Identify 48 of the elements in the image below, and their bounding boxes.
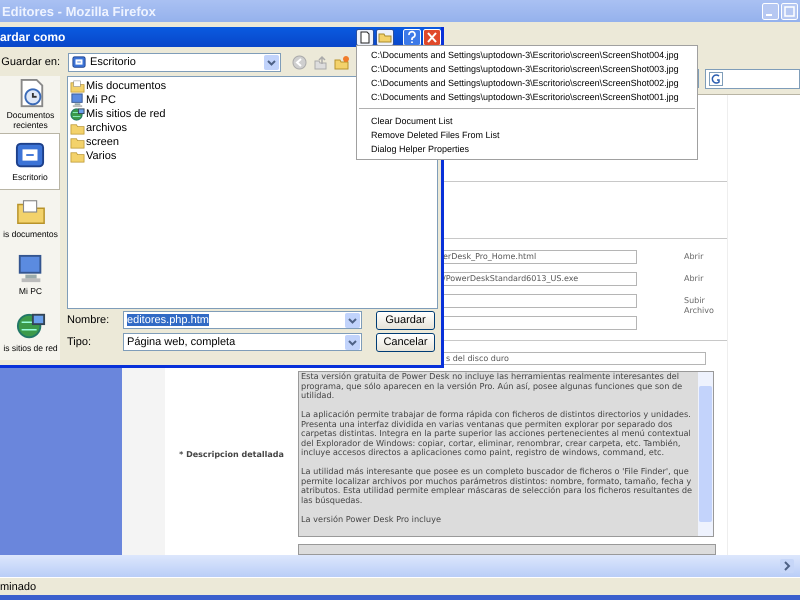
description-field[interactable]: Esta versión gratuita de Power Desk no incluye las herramientas realmente interesantes del programa, que sólo aparecen en la versión Pro. Aún así, posee algunas funciones que son de utilidad. La aplicación permite trabajar de forma rápida con ficheros de distintos directorios y unidades. Presenta una interfaz dividida en varias ventanas que permiten explorar por separado dos carpetas distintas. Integra en la parte superior las acciones pertenecientes al menú contextual del Explorador de Windows: copiar, cortar, eliminar, renombrar, crear carpeta, etc. También, incluye accesos directos a aplicaciones como paint, registro de windows, command, etc. La utilidad más interesante que posee es un completo buscador de ficheros o 'File Finder', que permite localizar archivos por muchos parámetros distintos: nombre, formato, tamaño, fecha y atributos. Esta utilidad permite emplear máscaras de selección para los ficheros resultantes de las búsquedas. La versión Power Desk Pro incluye <box>298 371 714 537</box>
window-title: Editores - Mozilla Firefox <box>2 4 156 18</box>
scroll-right-button[interactable] <box>780 559 794 573</box>
document-button[interactable] <box>356 28 374 46</box>
places-item[interactable]: is documentos <box>0 190 60 246</box>
file-item[interactable]: Varios <box>86 150 116 162</box>
file-item[interactable]: archivos <box>86 122 127 134</box>
file-item[interactable]: screen <box>86 136 120 148</box>
file-item[interactable]: Mis documentos <box>86 80 166 92</box>
places-item[interactable]: Documentos recientes <box>0 76 60 133</box>
close-button[interactable] <box>423 28 441 46</box>
places-item[interactable]: is sitios de red <box>0 303 60 360</box>
vertical-scrollbar[interactable] <box>698 372 713 536</box>
cancel-button[interactable]: Cancelar <box>376 332 435 352</box>
back-icon[interactable] <box>292 54 307 70</box>
search-engine-icon[interactable] <box>709 72 724 86</box>
menu-item[interactable]: C:\Documents and Settings\uptodown-3\Escritorio\screen\ScreenShot003.jpg <box>371 62 687 76</box>
save-button[interactable]: Guardar <box>376 310 435 330</box>
up-folder-icon[interactable] <box>313 54 328 70</box>
folder-button[interactable] <box>376 28 394 46</box>
field-label: Guardar en: <box>0 56 60 68</box>
help-button[interactable] <box>403 28 421 46</box>
action-link[interactable]: Abrir <box>684 250 724 262</box>
text-dropdown[interactable]: editores.php.htm <box>123 311 362 329</box>
search-field[interactable] <box>705 69 800 89</box>
maximize-button[interactable] <box>781 2 798 20</box>
location-dropdown[interactable]: Escritorio <box>68 52 281 72</box>
text-dropdown[interactable]: Página web, completa <box>123 333 362 351</box>
text-field[interactable] <box>298 544 716 555</box>
status-text: minado <box>0 580 36 592</box>
desktop-icon <box>72 55 86 69</box>
field-label: Nombre: <box>67 314 110 326</box>
dialog-title: ardar como <box>0 30 66 44</box>
file-item[interactable]: Mi PC <box>86 94 116 106</box>
file-item[interactable]: Mis sitios de red <box>86 108 166 120</box>
places-item[interactable]: Escritorio <box>0 132 60 190</box>
minimize-button[interactable] <box>762 2 779 20</box>
globe-computer-icon <box>70 106 85 122</box>
computer-icon <box>70 92 85 108</box>
horizontal-scrollbar[interactable] <box>0 555 800 577</box>
action-link[interactable]: Abrir <box>684 272 724 284</box>
new-folder-icon[interactable] <box>334 54 349 70</box>
menu-item[interactable]: C:\Documents and Settings\uptodown-3\Escritorio\screen\ScreenShot004.jpg <box>371 48 687 62</box>
field-label: * Descripcion detallada <box>178 450 285 458</box>
folder-icon <box>70 78 85 94</box>
action-link[interactable]: Subir Archivo <box>684 294 724 316</box>
field-label: Tipo: <box>67 336 92 348</box>
places-item[interactable]: Mi PC <box>0 246 60 304</box>
